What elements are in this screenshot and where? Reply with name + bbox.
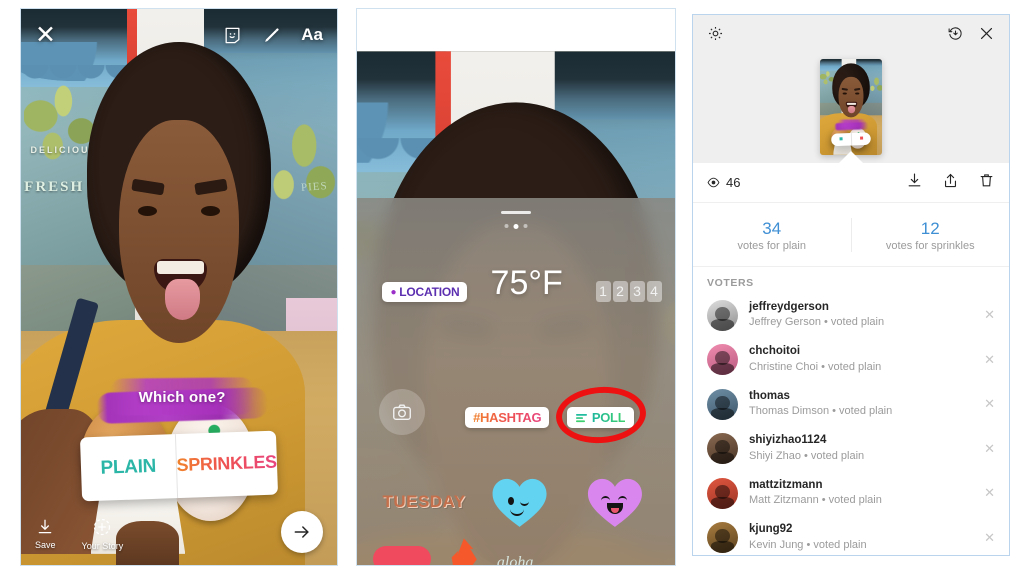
vote-count: 34 — [762, 218, 782, 238]
sticker-weekday[interactable]: TUESDAY — [382, 492, 465, 512]
story-insights-panel: ■ ■ 46 34 votes for plain 12 votes for s… — [692, 14, 1010, 556]
sticker-heart-wink[interactable] — [491, 477, 549, 529]
storefront-sign-right: PIES — [300, 180, 328, 195]
trash-icon[interactable] — [978, 172, 995, 194]
remove-x-icon[interactable]: ✕ — [976, 485, 995, 501]
location-pin-icon: ● — [390, 286, 397, 298]
tray-page-dots — [504, 224, 528, 230]
save-label: Save — [35, 540, 56, 550]
camera-icon[interactable] — [379, 388, 426, 435]
voters-header: VOTERS — [707, 277, 754, 289]
remove-x-icon[interactable]: ✕ — [976, 396, 995, 412]
countdown-digit: 3 — [629, 280, 645, 302]
voters-list[interactable]: jeffreydgerson Jeffrey Gerson • voted pl… — [693, 293, 1009, 555]
poll-highlight-annotation — [553, 383, 648, 447]
views-number: 46 — [726, 175, 741, 190]
remove-x-icon[interactable]: ✕ — [976, 441, 995, 457]
vote-result-right: 12 votes for sprinkles — [852, 218, 1010, 253]
avatar[interactable] — [707, 344, 738, 376]
save-button[interactable]: Save — [35, 518, 56, 550]
voter-row[interactable]: kjung92 Kevin Jung • voted plain ✕ — [693, 516, 1009, 556]
pen-draw-icon[interactable] — [262, 26, 281, 45]
voter-subtitle: Thomas Dimson • voted plain — [749, 405, 893, 418]
sticker-smiley-icon[interactable] — [223, 26, 242, 45]
sticker-row-partial: aloha — [372, 538, 533, 565]
vote-label: votes for plain — [737, 240, 806, 253]
avatar[interactable] — [707, 477, 738, 509]
sticker-script[interactable]: aloha — [497, 554, 533, 565]
voter-username[interactable]: kjung92 — [749, 522, 976, 538]
screenshot-stage: DELICIOU FRESH PIES PIES ✕ Aa Which one?… — [0, 0, 1024, 576]
poll-option-left[interactable]: PLAIN — [80, 434, 177, 501]
hashtag-label: #HASHTAG — [473, 410, 542, 426]
story-thumbnail[interactable]: ■ ■ — [820, 59, 882, 155]
poll-sticker[interactable]: PLAIN SPRINKLES — [79, 430, 278, 502]
download-circle-icon[interactable] — [947, 25, 964, 47]
your-story-button[interactable]: Your Story — [81, 517, 124, 551]
poll-results: 34 votes for plain 12 votes for sprinkle… — [693, 204, 1009, 267]
avatar[interactable] — [707, 522, 738, 554]
vote-label: votes for sprinkles — [885, 240, 975, 253]
vote-count: 12 — [920, 218, 940, 238]
voter-row[interactable]: jeffreydgerson Jeffrey Gerson • voted pl… — [693, 293, 1009, 338]
voter-username[interactable]: jeffreydgerson — [749, 300, 976, 316]
avatar[interactable] — [707, 433, 738, 465]
sticker-hashtag[interactable]: #HASHTAG — [465, 407, 550, 429]
voter-row[interactable]: chchoitoi Christine Choi • voted plain ✕ — [693, 338, 1009, 383]
gear-icon[interactable] — [707, 25, 724, 47]
remove-x-icon[interactable]: ✕ — [976, 352, 995, 368]
close-x-icon[interactable] — [978, 25, 995, 47]
sticker-tray: ● LOCATION 75°F 1 2 3 4 #HASHTAG POLL TU… — [357, 198, 675, 565]
share-up-icon[interactable] — [942, 172, 959, 194]
flame-icon[interactable] — [451, 538, 477, 565]
avatar[interactable] — [707, 388, 738, 420]
voter-subtitle: Kevin Jung • voted plain — [749, 538, 867, 551]
vote-result-left: 34 votes for plain — [693, 218, 851, 253]
editor-bottom-bar: Save Your Story — [21, 503, 337, 565]
location-label: LOCATION — [399, 285, 460, 300]
download-icon[interactable] — [906, 172, 923, 194]
editor-toolbar: ✕ Aa — [21, 9, 337, 61]
text-tool-label[interactable]: Aa — [301, 25, 323, 45]
countdown-digit: 1 — [595, 280, 611, 302]
sticker-temperature[interactable]: 75°F — [491, 264, 563, 303]
your-story-label: Your Story — [81, 541, 124, 551]
countdown-digit: 4 — [646, 280, 662, 302]
close-x-icon[interactable]: ✕ — [35, 22, 56, 48]
sticker-countdown[interactable]: 1 2 3 4 — [595, 280, 662, 302]
voter-row[interactable]: shiyizhao1124 Shiyi Zhao • voted plain ✕ — [693, 427, 1009, 472]
sticker-pill[interactable] — [372, 546, 431, 565]
storefront-sign-top: DELICIOU — [30, 145, 90, 156]
poll-option-right[interactable]: SPRINKLES — [175, 431, 277, 498]
insights-stats-row: 46 — [693, 163, 1009, 203]
story-caption: Which one? — [138, 389, 226, 407]
voter-subtitle: Christine Choi • voted plain — [749, 360, 882, 373]
insights-header: ■ ■ — [693, 15, 1009, 164]
voter-subtitle: Matt Zitzmann • voted plain — [749, 494, 882, 507]
voter-username[interactable]: shiyizhao1124 — [749, 433, 976, 449]
countdown-digit: 2 — [612, 280, 628, 302]
voter-row[interactable]: thomas Thomas Dimson • voted plain ✕ — [693, 382, 1009, 427]
tray-grabber[interactable] — [501, 211, 531, 215]
sticker-heart-smile[interactable] — [586, 477, 644, 529]
voter-username[interactable]: thomas — [749, 389, 976, 405]
remove-x-icon[interactable]: ✕ — [976, 530, 995, 546]
next-button[interactable] — [281, 511, 323, 553]
insights-toolbar — [693, 15, 1009, 47]
views-count: 46 — [707, 175, 740, 190]
avatar[interactable] — [707, 299, 738, 331]
voter-username[interactable]: chchoitoi — [749, 344, 976, 360]
voter-row[interactable]: mattzitzmann Matt Zitzmann • voted plain… — [693, 471, 1009, 516]
voter-subtitle: Jeffrey Gerson • voted plain — [749, 316, 885, 329]
sticker-location[interactable]: ● LOCATION — [382, 282, 468, 303]
story-editor-panel: DELICIOU FRESH PIES PIES ✕ Aa Which one?… — [20, 8, 338, 566]
sticker-tray-panel: ● LOCATION 75°F 1 2 3 4 #HASHTAG POLL TU… — [356, 8, 676, 566]
voter-username[interactable]: mattzitzmann — [749, 478, 976, 494]
eye-icon — [707, 177, 720, 188]
voter-subtitle: Shiyi Zhao • voted plain — [749, 449, 865, 462]
remove-x-icon[interactable]: ✕ — [976, 307, 995, 323]
